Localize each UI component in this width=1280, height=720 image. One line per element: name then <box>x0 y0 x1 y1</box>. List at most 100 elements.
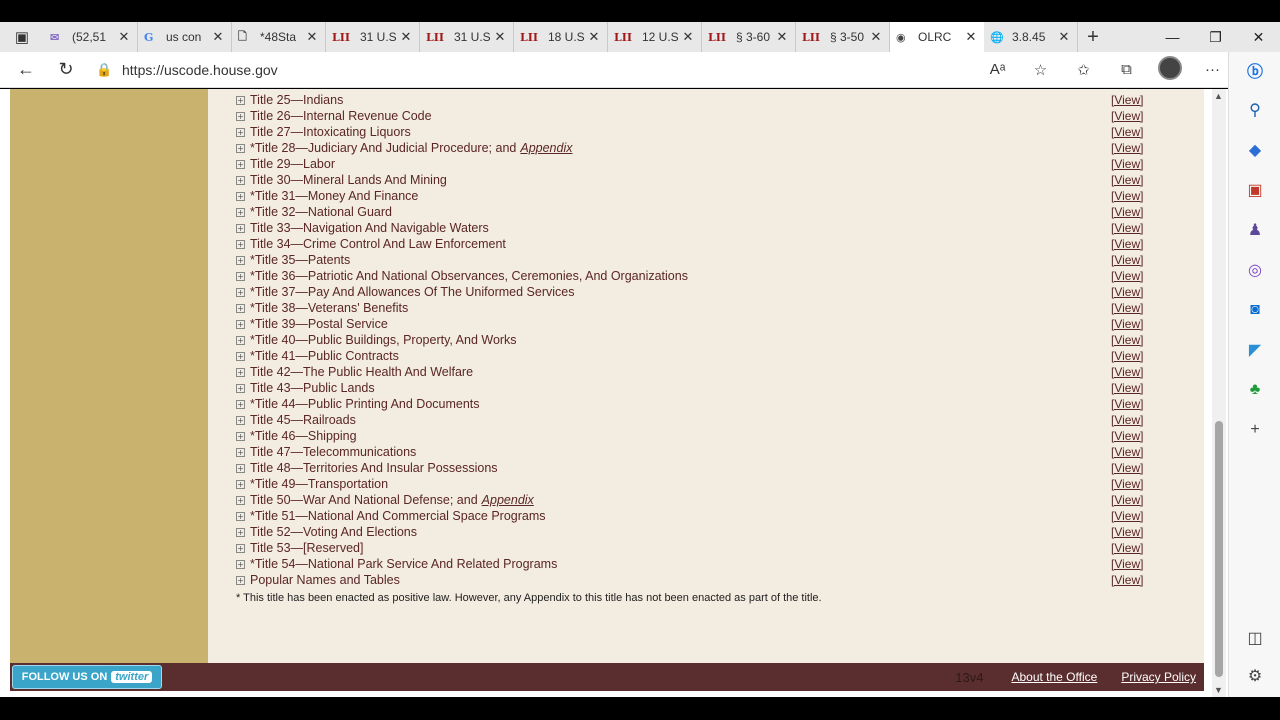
browser-tab[interactable]: ✉ (52,51 ✕ <box>44 22 138 52</box>
search-icon[interactable]: ⚲ <box>1243 98 1267 122</box>
appendix-link[interactable]: Appendix <box>520 141 572 155</box>
expand-icon[interactable]: + <box>236 351 245 361</box>
view-link[interactable]: [View] <box>1111 189 1143 203</box>
expand-icon[interactable]: + <box>236 559 245 569</box>
title-link[interactable]: Title 45—Railroads <box>250 413 356 427</box>
new-tab-button[interactable]: + <box>1078 26 1108 49</box>
title-link[interactable]: Popular Names and Tables <box>250 573 400 587</box>
browser-tab[interactable]: Gus con ✕ <box>138 22 232 52</box>
settings-gear-icon[interactable]: ⚙ <box>1243 664 1267 688</box>
drop-icon[interactable]: ◤ <box>1243 338 1267 362</box>
games-icon[interactable]: ♟ <box>1243 218 1267 242</box>
scrollbar-thumb[interactable] <box>1215 421 1223 677</box>
title-link[interactable]: *Title 28—Judiciary And Judicial Procedu… <box>250 141 516 155</box>
view-link[interactable]: [View] <box>1111 381 1143 395</box>
view-link[interactable]: [View] <box>1111 141 1143 155</box>
outlook-icon[interactable]: ◙ <box>1243 298 1267 322</box>
view-link[interactable]: [View] <box>1111 429 1143 443</box>
browser-tab[interactable]: 🌐 3.8.45 ✕ <box>984 22 1078 52</box>
about-office-link[interactable]: About the Office <box>1011 670 1097 684</box>
tools-briefcase-icon[interactable]: ▣ <box>1243 178 1267 202</box>
title-link[interactable]: Title 27—Intoxicating Liquors <box>250 125 411 139</box>
refresh-icon[interactable]: ↻ <box>46 52 86 88</box>
title-link[interactable]: Title 42—The Public Health And Welfare <box>250 365 473 379</box>
view-link[interactable]: [View] <box>1111 477 1143 491</box>
title-link[interactable]: Title 30—Mineral Lands And Mining <box>250 173 447 187</box>
tab-close-icon[interactable]: ✕ <box>681 29 695 45</box>
view-link[interactable]: [View] <box>1111 173 1143 187</box>
title-link[interactable]: Title 52—Voting And Elections <box>250 525 417 539</box>
view-link[interactable]: [View] <box>1111 525 1143 539</box>
tab-close-icon[interactable]: ✕ <box>399 29 413 45</box>
browser-tab[interactable]: LII § 3-50 ✕ <box>796 22 890 52</box>
expand-icon[interactable]: + <box>236 207 245 217</box>
title-link[interactable]: *Title 41—Public Contracts <box>250 349 399 363</box>
expand-icon[interactable]: + <box>236 143 245 153</box>
view-link[interactable]: [View] <box>1111 93 1143 107</box>
expand-icon[interactable]: + <box>236 543 245 553</box>
scroll-up-icon[interactable]: ▲ <box>1214 91 1223 101</box>
view-link[interactable]: [View] <box>1111 269 1143 283</box>
title-link[interactable]: Title 34—Crime Control And Law Enforceme… <box>250 237 506 251</box>
title-link[interactable]: *Title 36—Patriotic And National Observa… <box>250 269 688 283</box>
view-link[interactable]: [View] <box>1111 109 1143 123</box>
favorites-icon[interactable]: ✩ <box>1062 61 1105 79</box>
title-link[interactable]: *Title 39—Postal Service <box>250 317 388 331</box>
office-icon[interactable]: ◎ <box>1243 258 1267 282</box>
view-link[interactable]: [View] <box>1111 557 1143 571</box>
view-link[interactable]: [View] <box>1111 317 1143 331</box>
expand-icon[interactable]: + <box>236 511 245 521</box>
read-aloud-icon[interactable]: Aᵃ <box>976 61 1019 78</box>
expand-icon[interactable]: + <box>236 415 245 425</box>
back-icon[interactable]: ← <box>6 52 46 88</box>
url-field[interactable]: 🔒 https://uscode.house.gov <box>96 54 976 85</box>
follow-twitter-button[interactable]: FOLLOW US ON twitter <box>12 665 162 689</box>
title-link[interactable]: Title 43—Public Lands <box>250 381 375 395</box>
title-link[interactable]: *Title 51—National And Commercial Space … <box>250 509 546 523</box>
view-link[interactable]: [View] <box>1111 349 1143 363</box>
expand-icon[interactable]: + <box>236 495 245 505</box>
title-link[interactable]: *Title 32—National Guard <box>250 205 392 219</box>
profile-avatar[interactable] <box>1148 55 1191 84</box>
privacy-policy-link[interactable]: Privacy Policy <box>1121 670 1196 684</box>
expand-icon[interactable]: + <box>236 463 245 473</box>
title-link[interactable]: Title 25—Indians <box>250 93 343 107</box>
collections-icon[interactable]: ⧉ <box>1105 61 1148 78</box>
expand-icon[interactable]: + <box>236 271 245 281</box>
expand-icon[interactable]: + <box>236 127 245 137</box>
tab-close-icon[interactable]: ✕ <box>964 29 978 45</box>
expand-icon[interactable]: + <box>236 479 245 489</box>
tab-close-icon[interactable]: ✕ <box>117 29 131 45</box>
title-link[interactable]: *Title 49—Transportation <box>250 477 388 491</box>
expand-icon[interactable]: + <box>236 575 245 585</box>
scroll-down-icon[interactable]: ▼ <box>1214 685 1223 695</box>
view-link[interactable]: [View] <box>1111 461 1143 475</box>
title-link[interactable]: *Title 54—National Park Service And Rela… <box>250 557 557 571</box>
view-link[interactable]: [View] <box>1111 493 1143 507</box>
expand-icon[interactable]: + <box>236 383 245 393</box>
tab-close-icon[interactable]: ✕ <box>869 29 883 45</box>
view-link[interactable]: [View] <box>1111 237 1143 251</box>
expand-icon[interactable]: + <box>236 239 245 249</box>
page-scrollbar[interactable]: ▲ ▼ <box>1212 89 1226 697</box>
view-link[interactable]: [View] <box>1111 157 1143 171</box>
title-link[interactable]: Title 48—Territories And Insular Possess… <box>250 461 498 475</box>
title-link[interactable]: *Title 40—Public Buildings, Property, An… <box>250 333 517 347</box>
expand-icon[interactable]: + <box>236 303 245 313</box>
view-link[interactable]: [View] <box>1111 285 1143 299</box>
close-window-icon[interactable]: ✕ <box>1237 29 1280 46</box>
title-link[interactable]: *Title 31—Money And Finance <box>250 189 418 203</box>
title-link[interactable]: *Title 44—Public Printing And Documents <box>250 397 480 411</box>
view-link[interactable]: [View] <box>1111 205 1143 219</box>
view-link[interactable]: [View] <box>1111 253 1143 267</box>
expand-icon[interactable]: + <box>236 223 245 233</box>
view-link[interactable]: [View] <box>1111 413 1143 427</box>
expand-icon[interactable]: + <box>236 287 245 297</box>
expand-icon[interactable]: + <box>236 447 245 457</box>
view-link[interactable]: [View] <box>1111 573 1143 587</box>
expand-icon[interactable]: + <box>236 367 245 377</box>
bing-chat-icon[interactable]: ⓑ <box>1243 58 1267 82</box>
minimize-icon[interactable]: — <box>1151 29 1194 46</box>
title-link[interactable]: *Title 37—Pay And Allowances Of The Unif… <box>250 285 574 299</box>
expand-icon[interactable]: + <box>236 335 245 345</box>
